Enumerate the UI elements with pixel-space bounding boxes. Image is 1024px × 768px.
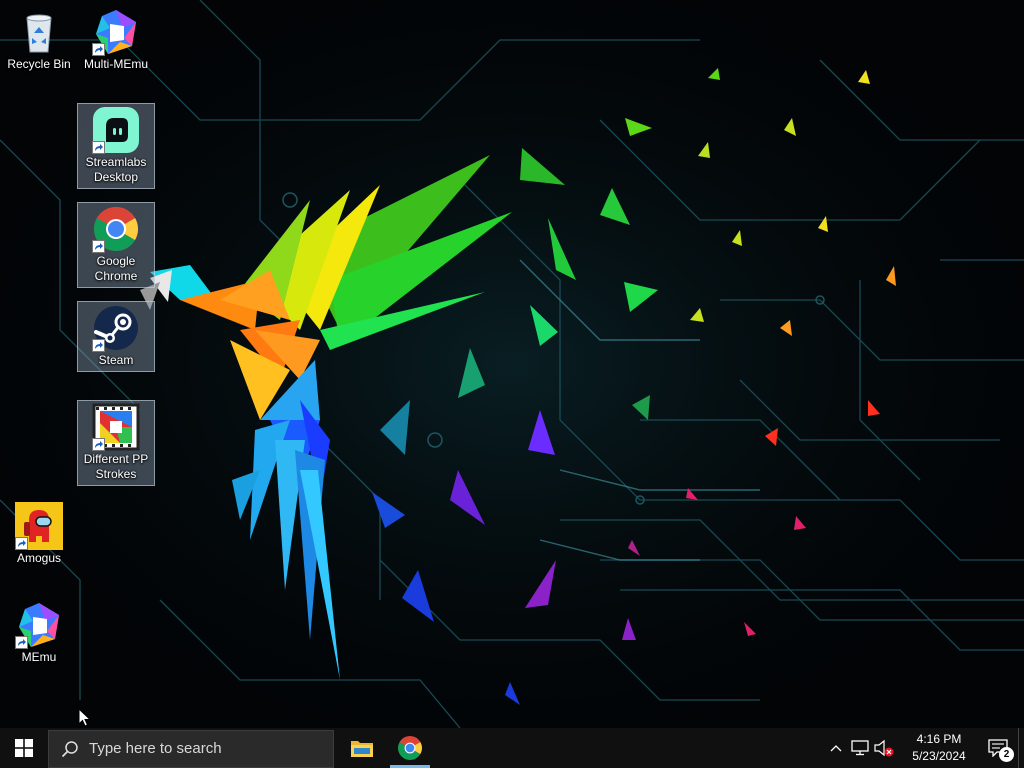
shortcut-arrow-icon (92, 339, 105, 352)
desktop-icon-label: Amogus (16, 551, 62, 565)
desktop-icon-steam[interactable]: Steam (77, 301, 155, 372)
desktop-icon-label: Recycle Bin (7, 57, 71, 71)
chevron-up-icon (830, 745, 842, 752)
windows-logo-icon (15, 739, 33, 757)
chrome-icon (398, 736, 422, 760)
taskbar-search-box[interactable]: Type here to search (48, 729, 334, 768)
desktop-icon-label: Multi-MEmu (83, 57, 148, 71)
desktop-icon-label: MEmu (21, 650, 57, 664)
desktop[interactable]: Recycle Bin Multi-MEmu Streamlabs Deskto… (0, 0, 1024, 728)
volume-button[interactable] (872, 728, 896, 768)
chrome-icon (92, 205, 140, 253)
show-hidden-icons-button[interactable] (824, 728, 848, 768)
action-center-button[interactable]: 2 (978, 728, 1018, 768)
search-icon (61, 740, 79, 758)
network-icon (851, 740, 869, 756)
system-tray: 4:16 PM 5/23/2024 2 (824, 728, 1024, 768)
desktop-icon-recycle-bin[interactable]: Recycle Bin (1, 6, 77, 72)
shortcut-arrow-icon (15, 636, 28, 649)
desktop-icon-google-chrome[interactable]: Google Chrome (77, 202, 155, 288)
taskbar-file-explorer[interactable] (338, 728, 386, 768)
desktop-icon-label: Different PP Strokes (83, 452, 149, 481)
shortcut-arrow-icon (92, 438, 105, 451)
show-desktop-button[interactable] (1018, 728, 1024, 768)
streamlabs-icon (92, 106, 140, 154)
desktop-icon-different-pp-strokes[interactable]: Different PP Strokes (77, 400, 155, 486)
different-pp-strokes-icon (92, 403, 140, 451)
shortcut-arrow-icon (15, 537, 28, 550)
clock[interactable]: 4:16 PM 5/23/2024 (900, 731, 978, 765)
multi-memu-icon (92, 8, 140, 56)
desktop-icon-label: Streamlabs Desktop (85, 155, 147, 184)
desktop-icon-memu[interactable]: MEmu (1, 599, 77, 665)
steam-icon (92, 304, 140, 352)
shortcut-arrow-icon (92, 43, 105, 56)
clock-time: 4:16 PM (916, 732, 962, 746)
desktop-icon-amogus[interactable]: Amogus (1, 500, 77, 566)
desktop-icon-label: Google Chrome (94, 254, 138, 283)
recycle-bin-icon (15, 8, 63, 56)
clock-date: 5/23/2024 (912, 749, 966, 763)
volume-muted-icon (874, 739, 894, 757)
mouse-cursor-icon (78, 708, 92, 727)
start-button[interactable] (0, 728, 48, 768)
desktop-icon-streamlabs[interactable]: Streamlabs Desktop (77, 103, 155, 189)
taskbar: Type here to search 4:16 PM 5/23/2024 2 (0, 728, 1024, 768)
folder-icon (351, 741, 373, 757)
search-placeholder: Type here to search (89, 740, 222, 757)
memu-icon (15, 601, 63, 649)
shortcut-arrow-icon (92, 141, 105, 154)
network-status-button[interactable] (848, 728, 872, 768)
notification-count-badge: 2 (999, 747, 1014, 762)
taskbar-google-chrome[interactable] (386, 728, 434, 768)
amogus-icon (15, 502, 63, 550)
desktop-icon-multi-memu[interactable]: Multi-MEmu (78, 6, 154, 72)
desktop-icon-label: Steam (98, 353, 134, 367)
shortcut-arrow-icon (92, 240, 105, 253)
